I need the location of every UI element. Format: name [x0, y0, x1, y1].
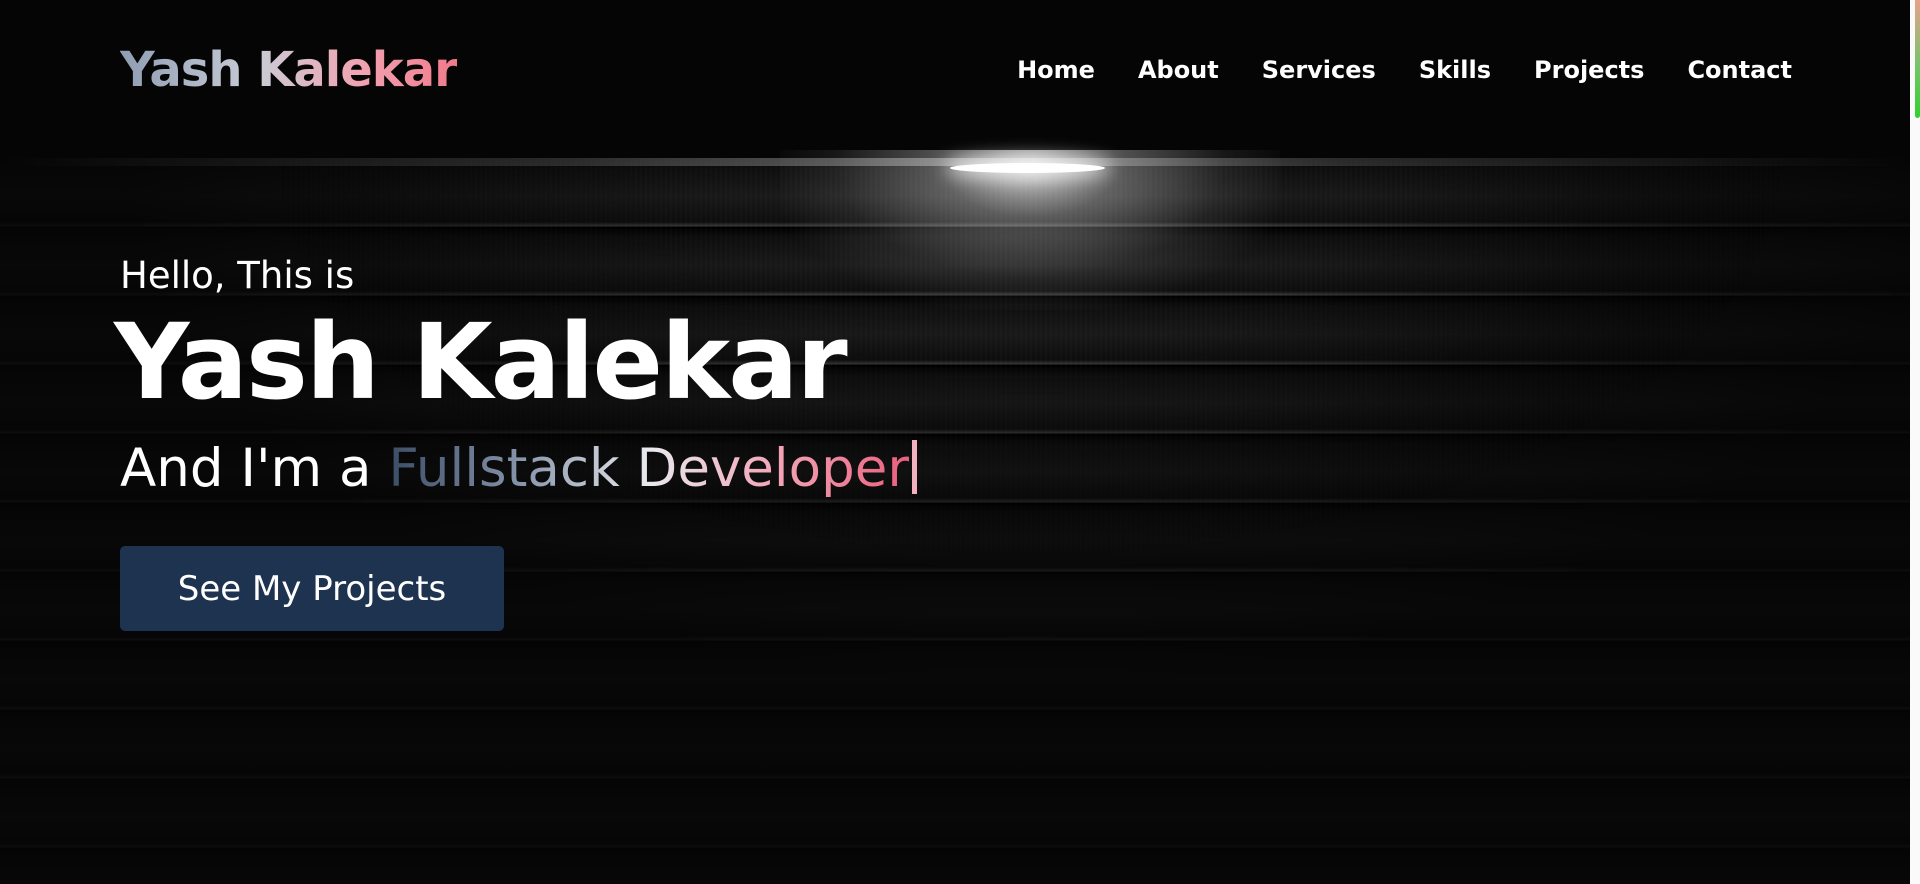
nav-about[interactable]: About [1138, 56, 1219, 84]
hero-name: Yash Kalekar [114, 301, 848, 423]
scrollbar-track[interactable] [1910, 0, 1920, 884]
see-projects-button[interactable]: See My Projects [120, 546, 504, 631]
main-nav: Home About Services Skills Projects Cont… [1017, 56, 1792, 84]
scrollbar-thumb[interactable] [1915, 0, 1920, 118]
hero-role-prefix: And I'm a [120, 438, 389, 499]
nav-services[interactable]: Services [1262, 56, 1376, 84]
nav-home[interactable]: Home [1017, 56, 1095, 84]
hero-role-typed: Fullstack Developer [388, 438, 910, 499]
site-logo[interactable]: Yash Kalekar [120, 42, 458, 98]
ceiling-lamp [950, 163, 1105, 173]
nav-skills[interactable]: Skills [1419, 56, 1491, 84]
nav-contact[interactable]: Contact [1687, 56, 1792, 84]
typing-cursor [912, 440, 918, 494]
site-header: Yash Kalekar Home About Services Skills … [0, 0, 1910, 150]
page: Yash Kalekar Home About Services Skills … [0, 0, 1920, 884]
nav-projects[interactable]: Projects [1534, 56, 1644, 84]
lamp-glow [780, 150, 1280, 310]
hero-role: And I'm a Fullstack Developer [120, 438, 918, 499]
hero-greeting: Hello, This is [120, 254, 355, 297]
